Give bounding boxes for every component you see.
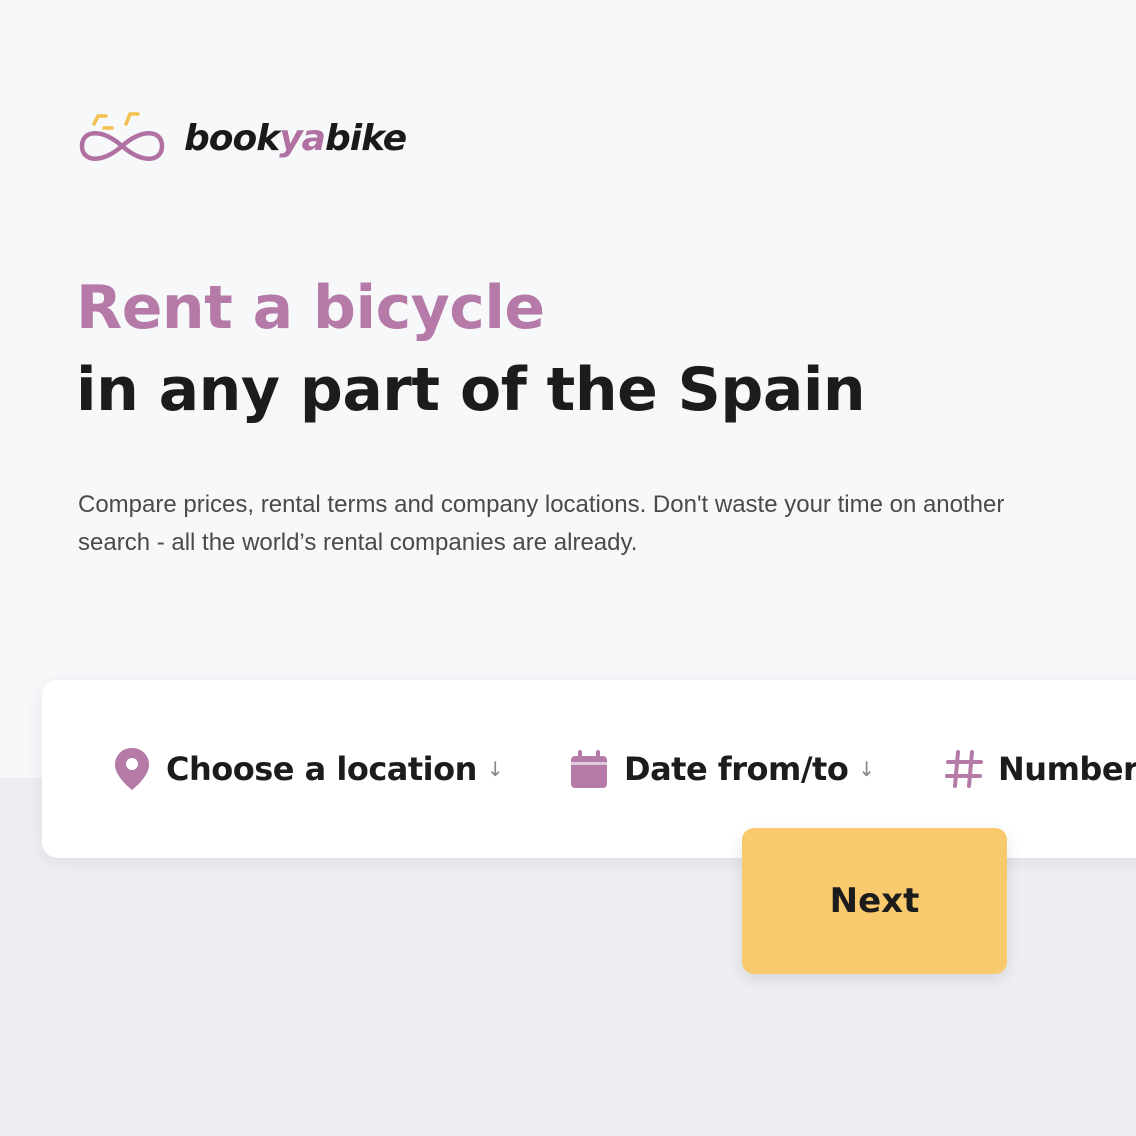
location-dropdown[interactable]: Choose a location ↓ xyxy=(112,743,504,795)
brand-logo[interactable]: bookyabike xyxy=(78,108,407,170)
hash-icon xyxy=(945,750,983,788)
chevron-down-icon: ↓ xyxy=(486,757,504,781)
brand-name-accent: ya xyxy=(279,118,326,159)
calendar-icon xyxy=(571,750,607,788)
number-label: Number xyxy=(998,750,1136,788)
date-range-dropdown[interactable]: Date from/to ↓ xyxy=(568,743,875,795)
chevron-down-icon: ↓ xyxy=(858,757,876,781)
map-pin-icon xyxy=(115,748,149,790)
bike-infinity-logo-icon xyxy=(79,112,165,161)
hero-title-line-1: Rent a bicycle xyxy=(76,273,545,343)
brand-name-prefix: book xyxy=(184,118,280,159)
location-label: Choose a location xyxy=(166,750,477,788)
hero-title-line-2: in any part of the Spain xyxy=(76,355,866,425)
next-button[interactable]: Next xyxy=(742,828,1007,974)
date-label: Date from/to xyxy=(624,750,849,788)
number-dropdown[interactable]: Number xyxy=(944,743,1136,795)
brand-wordmark: bookyabike xyxy=(184,118,407,159)
hero-subtitle: Compare prices, rental terms and company… xyxy=(78,491,1005,556)
brand-name-suffix: bike xyxy=(324,118,407,159)
